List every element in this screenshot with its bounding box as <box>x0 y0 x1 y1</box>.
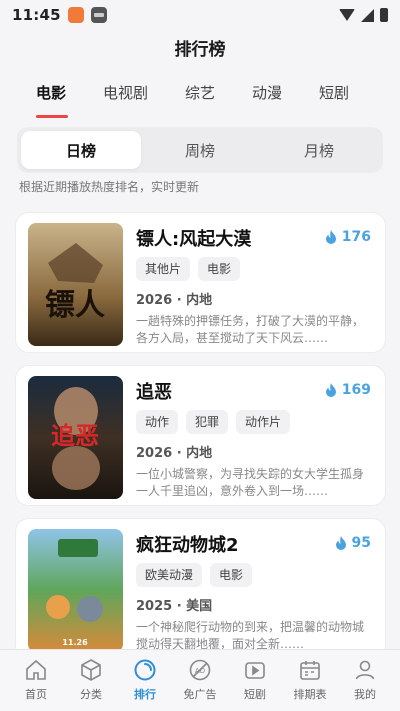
tab-tv-series[interactable]: 电视剧 <box>103 82 148 103</box>
tab-movie[interactable]: 电影 <box>36 82 66 103</box>
wifi-icon <box>339 9 355 21</box>
genre-tag: 动作片 <box>236 410 291 434</box>
period-weekly[interactable]: 周榜 <box>140 131 260 169</box>
nav-label: 短剧 <box>244 688 266 701</box>
nav-profile[interactable]: 我的 <box>338 658 392 702</box>
movie-card[interactable]: 追恶 追恶 169 动作 犯罪 动作片 2026 · 内地 一位小城警察，为寻找… <box>15 365 386 506</box>
movie-poster: 镖人 <box>28 223 123 346</box>
genre-tag: 其他片 <box>136 257 191 281</box>
cube-icon <box>81 659 101 681</box>
nav-no-ads[interactable]: AD 免广告 <box>173 658 227 702</box>
status-time: 11:45 <box>12 6 61 24</box>
genre-tag: 欧美动漫 <box>136 563 203 587</box>
notification-app-icon-2 <box>90 7 107 23</box>
period-daily[interactable]: 日榜 <box>21 131 141 169</box>
period-monthly[interactable]: 月榜 <box>259 131 379 169</box>
nav-label: 我的 <box>354 688 376 701</box>
calendar-icon <box>300 661 320 680</box>
active-tab-underline <box>36 115 68 118</box>
svg-text:AD: AD <box>195 667 205 675</box>
nav-category[interactable]: 分类 <box>64 658 118 702</box>
signal-icon <box>361 8 374 22</box>
movie-card[interactable]: 11.26 疯狂动物城2 95 欧美动漫 电影 2025 · 美国 一个神秘爬行… <box>15 518 386 659</box>
poster-title-text: 追恶 <box>51 422 99 450</box>
poster-title-text: 镖人 <box>45 288 105 323</box>
period-selector: 日榜 周榜 月榜 <box>17 127 383 173</box>
nav-label: 免广告 <box>183 688 217 701</box>
movie-description: 一位小城警察，为寻找失踪的女大学生孤身一人千里追凶，意外卷入到一场…… <box>136 467 365 498</box>
tag-list: 动作 犯罪 动作片 <box>136 410 291 434</box>
tab-anime[interactable]: 动漫 <box>252 82 282 103</box>
flame-icon <box>335 536 346 550</box>
movie-poster: 追恶 <box>28 376 123 499</box>
nav-schedule[interactable]: 排期表 <box>283 658 337 702</box>
heat-score: 176 <box>325 229 371 245</box>
movie-card[interactable]: 镖人 镖人:风起大漠 176 其他片 电影 2026 · 内地 一趟特殊的押镖任… <box>15 212 386 353</box>
poster-title-text: 11.26 <box>62 638 88 647</box>
page-title: 排行榜 <box>174 40 226 60</box>
nav-ranking[interactable]: 排行 <box>118 658 172 702</box>
genre-tag: 电影 <box>198 257 241 281</box>
heat-score: 95 <box>335 535 371 551</box>
heat-score: 169 <box>325 382 371 398</box>
genre-tag: 犯罪 <box>186 410 229 434</box>
ranking-icon <box>134 659 156 681</box>
heat-value: 169 <box>341 382 371 398</box>
nav-label: 排期表 <box>293 688 327 701</box>
movie-year-region: 2026 · 内地 <box>136 446 213 461</box>
genre-tag: 动作 <box>136 410 179 434</box>
movie-description: 一趟特殊的押镖任务，打破了大漠的平静，各方入局，甚至搅动了天下风云…… <box>136 314 365 345</box>
category-tabs: 电影 电视剧 综艺 动漫 短剧 <box>0 76 400 118</box>
ranking-screen: 11:45 排行榜 电影 电视剧 综艺 动漫 短剧 日榜 周榜 月榜 根据近期播… <box>0 0 400 711</box>
home-icon <box>26 659 46 680</box>
tab-short-drama[interactable]: 短剧 <box>319 82 349 103</box>
bottom-nav: 首页 分类 排行 AD 免广告 短剧 排期表 我的 <box>0 649 400 711</box>
status-indicators <box>339 8 388 22</box>
ranking-hint: 根据近期播放热度排名，实时更新 <box>19 180 200 194</box>
genre-tag: 电影 <box>210 563 253 587</box>
battery-icon <box>380 8 388 22</box>
movie-title: 追恶 <box>136 382 172 403</box>
flame-icon <box>325 230 336 244</box>
no-ads-icon: AD <box>189 659 211 681</box>
nav-label: 首页 <box>25 688 47 701</box>
movie-description: 一个神秘爬行动物的到来，把温馨的动物城搅动得天翻地覆，面对全新…… <box>136 620 365 651</box>
short-drama-icon <box>245 662 265 679</box>
tag-list: 欧美动漫 电影 <box>136 563 253 587</box>
profile-icon <box>355 660 375 680</box>
tag-list: 其他片 电影 <box>136 257 241 281</box>
flame-icon <box>325 383 336 397</box>
movie-title: 镖人:风起大漠 <box>136 229 252 250</box>
nav-home[interactable]: 首页 <box>9 658 63 702</box>
heat-value: 95 <box>351 535 371 551</box>
nav-label: 排行 <box>134 688 156 701</box>
status-bar: 11:45 <box>0 0 400 30</box>
movie-poster: 11.26 <box>28 529 123 652</box>
heat-value: 176 <box>341 229 371 245</box>
nav-label: 分类 <box>80 688 102 701</box>
nav-short-drama[interactable]: 短剧 <box>228 658 282 702</box>
movie-year-region: 2025 · 美国 <box>136 599 213 614</box>
notification-app-icon <box>67 7 84 23</box>
movie-title: 疯狂动物城2 <box>136 535 239 556</box>
movie-year-region: 2026 · 内地 <box>136 293 213 308</box>
tab-variety[interactable]: 综艺 <box>185 82 215 103</box>
